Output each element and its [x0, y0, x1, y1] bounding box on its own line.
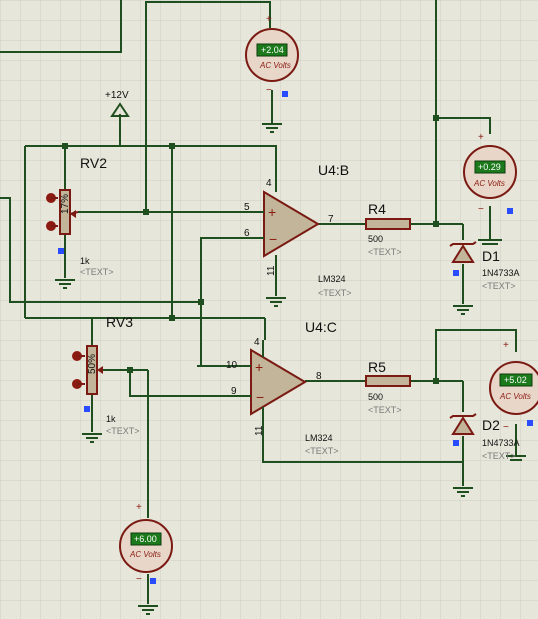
pot-rv3-value: 1k — [106, 414, 116, 424]
pin-marker-icon — [282, 91, 288, 97]
u4b-part: LM324 — [318, 274, 346, 284]
voltmeter-2-unit: AC Volts — [473, 179, 505, 188]
minus-sign-icon: − — [269, 231, 277, 247]
pin-marker-icon — [58, 248, 64, 254]
voltmeter-4-minus: − — [136, 574, 142, 585]
pot-rv2-ref: RV2 — [80, 155, 107, 171]
schematic-canvas[interactable]: +12V + − 5 6 7 4 11 U4:B LM324 <TEXT> + … — [0, 0, 538, 619]
voltmeter-3-unit: AC Volts — [499, 392, 531, 401]
zener-d2-part-text: <TEXT> — [482, 451, 516, 461]
resistor-r4-body — [365, 218, 411, 230]
resistor-r5-body — [365, 375, 411, 387]
resistor-r4-value: 500 — [368, 234, 383, 244]
pin-marker-icon — [507, 208, 513, 214]
voltmeter-3-reading: +5.02 — [504, 375, 527, 385]
voltmeter-2-reading: +0.29 — [478, 162, 501, 172]
u4c-pin-inv: 9 — [231, 386, 237, 397]
u4c-part: LM324 — [305, 433, 333, 443]
u4c-pin-vplus: 4 — [254, 337, 260, 348]
zener-d2-ref: D2 — [482, 417, 500, 433]
u4b-pin-inv: 6 — [244, 228, 250, 239]
u4b-ref: U4:B — [318, 162, 349, 178]
pin-marker-icon — [527, 420, 533, 426]
resistor-r5-value: 500 — [368, 392, 383, 402]
voltmeter-1-reading: +2.04 — [261, 45, 284, 55]
resistor-r4-value-text: <TEXT> — [368, 247, 402, 257]
zener-d1-part: 1N4733A — [482, 268, 520, 278]
voltmeter-3-plus: + — [503, 340, 509, 351]
u4b-pin-vminus: 11 — [266, 265, 277, 276]
minus-sign-icon: − — [256, 389, 264, 405]
u4c-pin-noninv: 10 — [226, 360, 238, 371]
voltmeter-4-plus: + — [136, 502, 142, 513]
resistor-r5-ref: R5 — [368, 359, 386, 375]
pin-marker-icon — [453, 440, 459, 446]
voltmeter-1-plus: + — [266, 14, 272, 25]
voltmeter-1-unit: AC Volts — [259, 61, 291, 70]
pot-rv2-value: 1k — [80, 256, 90, 266]
zener-d1-part-text: <TEXT> — [482, 281, 516, 291]
voltmeter-1-minus: − — [266, 85, 272, 96]
u4c-pin-out: 8 — [316, 371, 322, 382]
pot-rv3-ref: RV3 — [106, 314, 133, 330]
voltmeter-2-minus: − — [478, 204, 484, 215]
u4c-pin-vminus: 11 — [254, 425, 265, 436]
resistor-r5-value-text: <TEXT> — [368, 405, 402, 415]
voltmeter-3-minus: − — [503, 422, 509, 433]
voltmeter-3-body — [489, 361, 538, 415]
voltmeter-4-reading: +6.00 — [134, 534, 157, 544]
voltmeter-2-plus: + — [478, 132, 484, 143]
zener-d1-ref: D1 — [482, 248, 500, 264]
pot-rv2-percent: 17% — [60, 194, 71, 214]
pin-marker-icon — [84, 406, 90, 412]
u4b-part-text: <TEXT> — [318, 288, 352, 298]
plus-sign-icon: + — [255, 359, 263, 375]
supply-label: +12V — [105, 90, 129, 101]
pot-rv3-value-text: <TEXT> — [106, 426, 140, 436]
u4c-ref: U4:C — [305, 319, 337, 335]
u4b-pin-out: 7 — [328, 214, 334, 225]
u4b-pin-vplus: 4 — [266, 178, 272, 189]
voltmeter-4-body — [119, 519, 173, 573]
resistor-r4-ref: R4 — [368, 201, 386, 217]
pin-marker-icon — [453, 270, 459, 276]
u4b-pin-noninv: 5 — [244, 202, 250, 213]
pot-rv3-percent: 50% — [87, 354, 98, 374]
pot-rv2-value-text: <TEXT> — [80, 267, 114, 277]
voltmeter-4-unit: AC Volts — [129, 550, 161, 559]
plus-sign-icon: + — [268, 204, 276, 220]
u4c-part-text: <TEXT> — [305, 446, 339, 456]
zener-d2-part: 1N4733A — [482, 438, 520, 448]
pin-marker-icon — [150, 578, 156, 584]
